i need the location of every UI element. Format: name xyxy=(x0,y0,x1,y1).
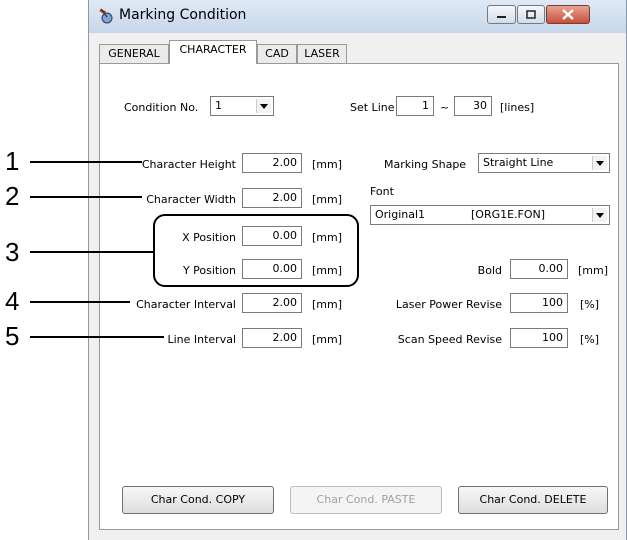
callout-line-4 xyxy=(30,301,130,303)
marking-shape-select[interactable]: Straight Line xyxy=(478,153,610,173)
line-interval-label: Line Interval xyxy=(167,333,236,346)
callout-line-1 xyxy=(30,161,142,163)
font-file-value: [ORG1E.FON] xyxy=(471,208,546,221)
minimize-button[interactable] xyxy=(487,5,516,24)
bold-input[interactable]: 0.00 xyxy=(510,259,568,279)
char-height-label: Character Height xyxy=(141,158,236,171)
bold-label: Bold xyxy=(477,264,502,277)
tab-laser[interactable]: LASER xyxy=(297,44,347,63)
font-select[interactable]: Original1 [ORG1E.FON] xyxy=(370,205,610,225)
laser-power-input[interactable]: 100 xyxy=(510,293,568,313)
char-cond-copy-button[interactable]: Char Cond. COPY xyxy=(122,486,274,514)
char-cond-paste-button[interactable]: Char Cond. PASTE xyxy=(290,486,442,514)
window-title: Marking Condition xyxy=(119,7,247,23)
set-line-from-input[interactable]: 1 xyxy=(396,96,434,116)
char-interval-input[interactable]: 2.00 xyxy=(242,293,302,313)
condition-no-value: 1 xyxy=(215,99,222,112)
callout-line-5 xyxy=(30,336,164,338)
set-line-separator: ~ xyxy=(440,101,450,114)
marking-shape-value: Straight Line xyxy=(483,156,554,169)
char-cond-delete-button[interactable]: Char Cond. DELETE xyxy=(458,486,608,514)
minimize-icon xyxy=(497,16,506,18)
line-interval-unit: [mm] xyxy=(312,333,343,346)
char-interval-label: Character Interval xyxy=(136,298,236,311)
char-width-unit: [mm] xyxy=(312,193,343,206)
maximize-button[interactable] xyxy=(517,5,545,24)
tab-cad[interactable]: CAD xyxy=(257,44,297,63)
set-line-unit: [lines] xyxy=(500,101,535,114)
maximize-icon xyxy=(526,10,536,19)
condition-no-select[interactable]: 1 xyxy=(210,96,274,116)
line-interval-input[interactable]: 2.00 xyxy=(242,328,302,348)
callout-number-5: 5 xyxy=(5,321,20,351)
char-width-label: Character Width xyxy=(146,193,236,206)
close-icon xyxy=(562,9,574,20)
laser-power-label: Laser Power Revise xyxy=(395,298,502,311)
set-line-to-input[interactable]: 30 xyxy=(454,96,492,116)
font-name-value: Original1 xyxy=(375,208,426,221)
char-height-input[interactable]: 2.00 xyxy=(242,153,302,173)
condition-no-label: Condition No. xyxy=(124,101,199,114)
title-bar: Marking Condition xyxy=(89,0,626,33)
laser-power-unit: [%] xyxy=(580,298,600,311)
scan-speed-input[interactable]: 100 xyxy=(510,328,568,348)
bold-unit: [mm] xyxy=(578,264,609,277)
callout-number-2: 2 xyxy=(5,181,20,211)
char-height-unit: [mm] xyxy=(312,158,343,171)
chevron-down-icon[interactable] xyxy=(592,208,607,222)
tab-general[interactable]: GENERAL xyxy=(99,44,169,63)
callout-number-4: 4 xyxy=(5,286,20,316)
close-button[interactable] xyxy=(546,5,590,24)
position-group-highlight xyxy=(153,214,359,287)
marking-app-icon xyxy=(99,8,113,24)
callout-number-3: 3 xyxy=(5,237,20,267)
font-label: Font xyxy=(370,185,394,198)
scan-speed-label: Scan Speed Revise xyxy=(397,333,502,346)
set-line-label: Set Line xyxy=(350,101,395,114)
callout-line-3 xyxy=(30,251,153,253)
marking-shape-label: Marking Shape xyxy=(384,158,467,171)
callout-line-2 xyxy=(30,196,142,198)
chevron-down-icon[interactable] xyxy=(256,99,271,113)
callout-number-1: 1 xyxy=(5,146,20,176)
tab-character[interactable]: CHARACTER xyxy=(169,40,257,64)
chevron-down-icon[interactable] xyxy=(592,156,607,170)
char-width-input[interactable]: 2.00 xyxy=(242,188,302,208)
char-interval-unit: [mm] xyxy=(312,298,343,311)
scan-speed-unit: [%] xyxy=(580,333,600,346)
